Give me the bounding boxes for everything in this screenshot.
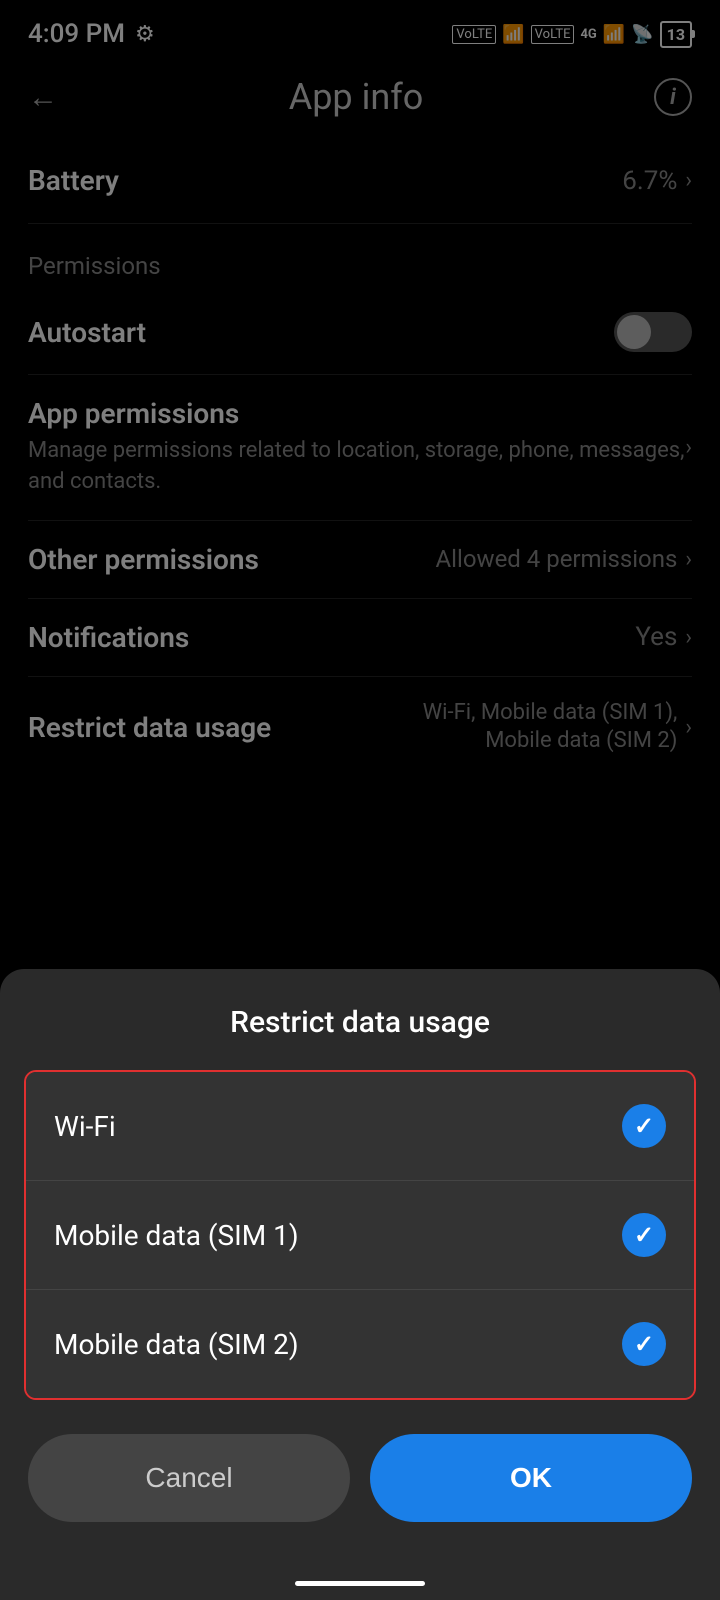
wifi-check-icon: ✓ <box>634 1112 654 1140</box>
sim2-option-row[interactable]: Mobile data (SIM 2) ✓ <box>26 1289 694 1398</box>
sim2-checkbox[interactable]: ✓ <box>622 1322 666 1366</box>
sim1-check-icon: ✓ <box>634 1221 654 1249</box>
dialog-buttons: Cancel OK <box>0 1410 720 1550</box>
sim1-option-label: Mobile data (SIM 1) <box>54 1219 299 1252</box>
sim1-checkbox[interactable]: ✓ <box>622 1213 666 1257</box>
dialog-title: Restrict data usage <box>0 969 720 1060</box>
sim1-option-row[interactable]: Mobile data (SIM 1) ✓ <box>26 1180 694 1289</box>
cancel-button[interactable]: Cancel <box>28 1434 350 1522</box>
sim2-check-icon: ✓ <box>634 1330 654 1358</box>
wifi-checkbox[interactable]: ✓ <box>622 1104 666 1148</box>
wifi-option-row[interactable]: Wi-Fi ✓ <box>26 1072 694 1180</box>
sim2-option-label: Mobile data (SIM 2) <box>54 1328 299 1361</box>
home-indicator <box>295 1581 425 1586</box>
dialog-options-box: Wi-Fi ✓ Mobile data (SIM 1) ✓ Mobile dat… <box>24 1070 696 1400</box>
restrict-data-dialog: Restrict data usage Wi-Fi ✓ Mobile data … <box>0 969 720 1600</box>
ok-button[interactable]: OK <box>370 1434 692 1522</box>
wifi-option-label: Wi-Fi <box>54 1110 116 1143</box>
